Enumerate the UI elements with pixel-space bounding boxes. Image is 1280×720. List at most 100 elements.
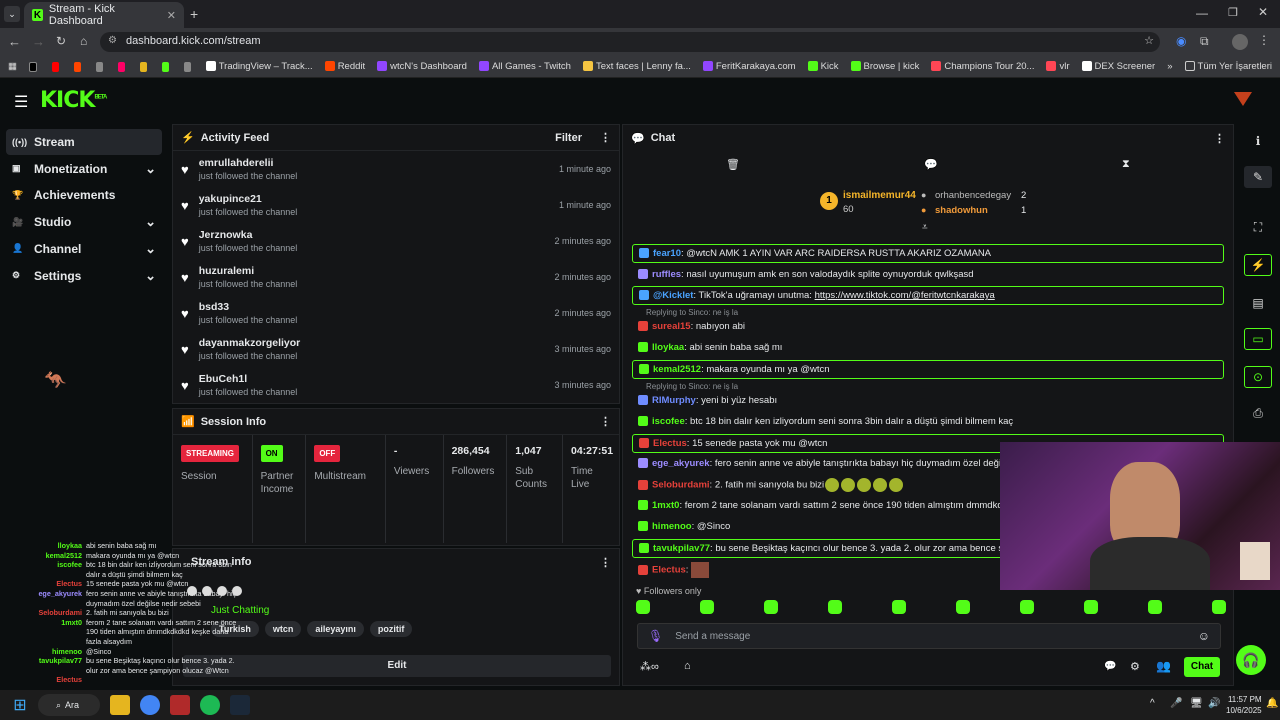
stream-tag[interactable]: pozitif <box>369 621 413 637</box>
reload-icon[interactable]: ↻ <box>56 34 66 48</box>
bookmark-item[interactable]: Text faces | Lenny fa... <box>582 61 691 72</box>
chat-link[interactable]: https://www.tiktok.com/@feritwtcnkarakay… <box>815 290 995 301</box>
third-gifter-name[interactable]: shadowhun <box>935 205 988 216</box>
emote-button[interactable] <box>1212 600 1226 614</box>
headset-support-icon[interactable]: 🎧 <box>1236 645 1266 675</box>
activity-more-icon[interactable]: ⋮ <box>600 131 611 144</box>
filter-button[interactable]: Filter <box>555 132 582 144</box>
emote-button[interactable] <box>828 600 842 614</box>
globe-bookmark-icon[interactable] <box>95 61 103 72</box>
globe-bookmark-icon[interactable] <box>183 61 191 72</box>
bookmark-item[interactable]: Champions Tour 20... <box>931 61 1034 72</box>
y-bookmark-icon[interactable] <box>117 61 125 72</box>
home-icon[interactable]: ⌂ <box>80 34 87 48</box>
chat-username[interactable]: himenoo <box>652 521 692 532</box>
puzzle-icon[interactable]: ⧉ <box>1200 34 1209 49</box>
follower-name[interactable]: yakupince21 <box>199 193 298 205</box>
tray-up-icon[interactable]: ^ <box>1150 698 1155 709</box>
windows-start-icon[interactable]: ⊞ <box>10 695 30 715</box>
stream-info-more-icon[interactable]: ⋮ <box>600 556 611 569</box>
network-icon[interactable]: 🖥 <box>1190 698 1203 709</box>
chat-username[interactable]: Seloburdami <box>652 480 710 491</box>
kick-bookmark-icon[interactable] <box>161 61 169 72</box>
stream-tag[interactable]: wtcn <box>264 621 302 637</box>
bookmark-item[interactable]: wtcN's Dashboard <box>377 61 467 72</box>
all-bookmarks-folder[interactable]: Tüm Yer İşaretleri <box>1184 61 1272 72</box>
taskbar-search[interactable]: ⌕ Ara <box>38 694 100 716</box>
chevron-down-icon[interactable]: ⌄ <box>145 214 156 230</box>
bookmark-item[interactable]: All Games - Twitch <box>478 61 571 72</box>
sidebar-item-monetization[interactable]: ▣ Monetization ⌄ <box>6 156 162 182</box>
document-icon[interactable]: ▤ <box>1244 292 1272 314</box>
app-icon[interactable] <box>170 695 190 715</box>
chat-username[interactable]: fear10 <box>653 248 681 259</box>
chat-username[interactable]: @Kicklet <box>653 290 693 301</box>
emote-button[interactable] <box>1020 600 1034 614</box>
chat-username[interactable]: lloykaa <box>652 342 684 353</box>
chat-username[interactable]: Electus <box>653 438 687 449</box>
bookmark-item[interactable]: FeritKarakaya.com <box>702 61 796 72</box>
follower-name[interactable]: EbuCeh1l <box>199 373 298 385</box>
more-bookmarks-icon[interactable]: » <box>1167 61 1172 72</box>
spotify-icon[interactable] <box>200 695 220 715</box>
bookmark-item[interactable]: Kick <box>807 61 839 72</box>
chat-more-icon[interactable]: ⋮ <box>1214 132 1225 145</box>
edit-button[interactable]: Edit <box>183 655 611 677</box>
chat-username[interactable]: tavukpilav77 <box>653 543 710 554</box>
chat-username[interactable]: kemal2512 <box>653 364 701 375</box>
emote-button[interactable] <box>892 600 906 614</box>
chevron-down-icon[interactable]: ⌄ <box>145 241 156 257</box>
chat-bubble-small-icon[interactable]: 💬 <box>1104 661 1116 672</box>
chat-settings-icon[interactable]: ⚙ <box>1130 660 1140 673</box>
hourglass-icon[interactable]: ⧗ <box>1122 158 1130 171</box>
sidebar-item-studio[interactable]: 🎥 Studio ⌄ <box>6 209 162 235</box>
chevron-down-icon[interactable]: ⌄ <box>145 268 156 284</box>
bookmark-item[interactable]: Reddit <box>324 61 365 72</box>
clock[interactable]: 11:57 PM 10/6/2025 <box>1226 694 1262 716</box>
sidebar-item-achievements[interactable]: 🏆 Achievements <box>6 182 162 208</box>
chat-username[interactable]: ege_akyurek <box>652 458 710 469</box>
message-icon[interactable]: 💬 <box>924 158 938 171</box>
emote-button[interactable] <box>1084 600 1098 614</box>
chat-rail-icon[interactable]: ▭ <box>1244 328 1272 350</box>
edit-pencil-icon[interactable]: ✎ <box>1244 166 1272 188</box>
bookmark-item[interactable]: DEX Screener <box>1081 61 1155 72</box>
sidebar-item-stream[interactable]: ((•)) Stream <box>6 129 162 155</box>
kick-logo[interactable]: KICKBETA <box>40 88 107 113</box>
emote-button[interactable] <box>700 600 714 614</box>
store-icon[interactable]: ⌂ <box>684 660 691 672</box>
follower-name[interactable]: huzuralemi <box>199 265 298 277</box>
second-gifter-name[interactable]: orhanbencedegay <box>935 190 1011 201</box>
minimize-icon[interactable]: — <box>1196 6 1208 20</box>
bookmark-item[interactable]: vlr <box>1046 61 1070 72</box>
emote-button[interactable] <box>956 600 970 614</box>
crop-icon[interactable]: ⛶ <box>1244 216 1272 238</box>
session-more-icon[interactable]: ⋮ <box>600 415 611 428</box>
maximize-icon[interactable]: ❐ <box>1228 6 1238 19</box>
sidebar-item-channel[interactable]: 👤 Channel ⌄ <box>6 236 162 262</box>
sidebar-item-settings[interactable]: ⚙ Settings ⌄ <box>6 263 162 289</box>
send-chat-button[interactable]: Chat <box>1184 657 1220 677</box>
emote-button[interactable] <box>636 600 650 614</box>
chat-username[interactable]: iscofee <box>652 416 685 427</box>
reply-context[interactable]: Replying to Sinco: ne iş la <box>646 308 738 317</box>
chat-username[interactable]: 1mxt0 <box>652 500 679 511</box>
steam-icon[interactable] <box>230 695 250 715</box>
profile-avatar[interactable] <box>1232 34 1248 50</box>
apps-grid-icon[interactable]: ▦ <box>8 61 17 72</box>
extension-icon[interactable]: ◉ <box>1176 34 1186 48</box>
emote-button[interactable] <box>1148 600 1162 614</box>
hamburger-menu-icon[interactable]: ☰ <box>14 92 28 112</box>
follower-name[interactable]: bsd33 <box>199 301 298 313</box>
info-icon[interactable]: ℹ <box>1244 130 1272 152</box>
chat-input[interactable]: 🎙 Send a message ☺ <box>637 623 1221 649</box>
chat-username[interactable]: Electus <box>652 565 686 576</box>
bookmark-item[interactable]: Browse | kick <box>850 61 919 72</box>
close-window-icon[interactable]: ✕ <box>1258 5 1268 19</box>
address-input[interactable]: ⚙ dashboard.kick.com/stream ☆ <box>100 32 1160 52</box>
bookmark-item[interactable]: TradingView – Track... <box>205 61 313 72</box>
youtube-bookmark-icon[interactable] <box>51 61 59 72</box>
notification-icon[interactable]: 🔔 <box>1266 698 1278 709</box>
volume-icon[interactable]: 🔊 <box>1208 698 1220 709</box>
close-tab-icon[interactable]: ✕ <box>167 9 176 22</box>
